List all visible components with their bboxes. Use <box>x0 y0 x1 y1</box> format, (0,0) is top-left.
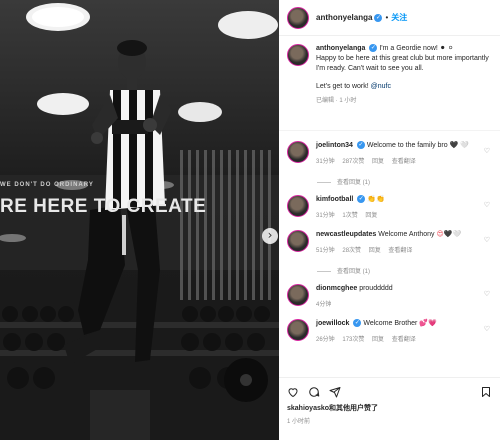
comment-emoji: 😍🖤🤍 <box>436 231 462 238</box>
avatar[interactable] <box>287 6 309 29</box>
translate-button[interactable]: 查看翻译 <box>392 337 416 343</box>
reply-button[interactable]: 回复 <box>372 337 384 343</box>
reply-button[interactable]: 回复 <box>365 213 377 219</box>
post-photo: WE DON'T DO ORDINARY RE HERE TO CREATE › <box>0 0 279 440</box>
avatar[interactable] <box>287 230 309 252</box>
comments-list: joelinton34 ✓ Welcome to the family bro … <box>279 131 500 345</box>
comment-text: prouddddd <box>359 285 393 292</box>
comment-time: 26分钟 <box>316 337 335 343</box>
comment-username[interactable]: joewillock <box>316 320 349 327</box>
comment-username[interactable]: joelinton34 <box>316 142 353 149</box>
comment-emoji: 🖤 🤍 <box>449 142 469 149</box>
verified-badge-icon: ✓ <box>356 141 365 150</box>
comment-text: 👏👏 <box>367 196 385 203</box>
post-header: anthonyelanga ✓ • 关注 <box>279 0 500 36</box>
avatar[interactable] <box>287 284 309 306</box>
comment-emoji: 💕💗 <box>419 320 437 327</box>
comment-text: Welcome Anthony <box>378 231 437 238</box>
liked-by-text[interactable]: skahioyasko和其他用户赞了 <box>279 400 500 413</box>
comment-time: 31分钟 <box>316 213 335 219</box>
comment-icon[interactable] <box>308 386 320 398</box>
post-timestamp: 1 小时前 <box>287 419 311 425</box>
comment-item: joelinton34 ✓ Welcome to the family bro … <box>287 141 492 167</box>
post-caption: anthonyelanga ✓ I'm a Geordie now! ⚫ ⚪ H… <box>279 36 500 131</box>
wall-slogan-small: WE DON'T DO ORDINARY <box>0 182 94 188</box>
caption-meta: 已编辑 · 1 小时 <box>316 98 357 104</box>
comment-item: kimfootball ✓ 👏👏 31分钟 1次赞 回复 ♡ <box>287 195 492 221</box>
next-photo-button[interactable]: › <box>262 228 278 244</box>
heart-icon[interactable]: ♡ <box>484 201 490 209</box>
reply-button[interactable]: 回复 <box>372 159 384 165</box>
comment-item: newcastleupdates Welcome Anthony 😍🖤🤍 51分… <box>287 230 492 256</box>
comment-time: 4分钟 <box>316 302 332 308</box>
avatar[interactable] <box>287 195 309 217</box>
view-replies-button[interactable]: 查看回复 (1) <box>317 266 492 275</box>
comment-item: joewillock ✓ Welcome Brother 💕💗 26分钟 173… <box>287 319 492 345</box>
view-replies-button[interactable]: 查看回复 (1) <box>317 177 492 186</box>
bookmark-icon[interactable] <box>480 386 492 398</box>
comment-time: 51分钟 <box>316 248 335 254</box>
gym-photo-illustration <box>0 3 279 440</box>
avatar[interactable] <box>287 319 309 341</box>
caption-line-1: I'm a Geordie now! ⚫ ⚪ <box>379 45 454 52</box>
post-actions: skahioyasko和其他用户赞了 1 小时前 <box>279 377 500 440</box>
heart-icon[interactable]: ♡ <box>484 147 490 155</box>
separator-dot: • <box>385 13 389 22</box>
comment-username[interactable]: dionmcghee <box>316 285 357 292</box>
wall-slogan-large: RE HERE TO CREATE <box>0 196 207 217</box>
comment-username[interactable]: newcastleupdates <box>316 231 376 238</box>
comment-text: Welcome to the family bro <box>366 142 450 149</box>
follow-button[interactable]: 关注 <box>391 12 407 23</box>
comment-username[interactable]: kimfootball <box>316 196 353 203</box>
author-username[interactable]: anthonyelanga <box>316 13 372 22</box>
verified-badge-icon: ✓ <box>369 44 378 53</box>
avatar[interactable] <box>287 141 309 163</box>
chevron-right-icon: › <box>267 228 273 242</box>
comment-time: 31分钟 <box>316 159 335 165</box>
caption-line-2: Happy to be here at this great club but … <box>316 55 489 72</box>
comment-likes[interactable]: 173次赞 <box>342 337 364 343</box>
heart-icon[interactable]: ♡ <box>484 325 490 333</box>
verified-badge-icon: ✓ <box>357 195 366 204</box>
share-icon[interactable] <box>329 386 341 398</box>
verified-badge-icon: ✓ <box>353 319 362 328</box>
comment-text: Welcome Brother <box>363 320 420 327</box>
translate-button[interactable]: 查看翻译 <box>392 159 416 165</box>
comment-likes[interactable]: 1次赞 <box>342 213 357 219</box>
comment-item: dionmcghee prouddddd 4分钟 ♡ <box>287 284 492 310</box>
avatar[interactable] <box>287 44 309 66</box>
heart-icon[interactable]: ♡ <box>484 236 490 244</box>
mention-link[interactable]: @nufc <box>371 83 391 90</box>
heart-icon[interactable] <box>287 386 299 398</box>
translate-button[interactable]: 查看翻译 <box>388 248 412 254</box>
post-details-panel: anthonyelanga ✓ • 关注 anthonyelanga ✓ I'm… <box>279 0 500 440</box>
heart-icon[interactable]: ♡ <box>484 290 490 298</box>
reply-button[interactable]: 回复 <box>369 248 381 254</box>
caption-username[interactable]: anthonyelanga <box>316 45 365 52</box>
comment-likes[interactable]: 28次赞 <box>342 248 361 254</box>
comment-likes[interactable]: 287次赞 <box>342 159 364 165</box>
caption-line-3: Let's get to work! <box>316 83 371 90</box>
verified-badge-icon: ✓ <box>374 13 383 22</box>
